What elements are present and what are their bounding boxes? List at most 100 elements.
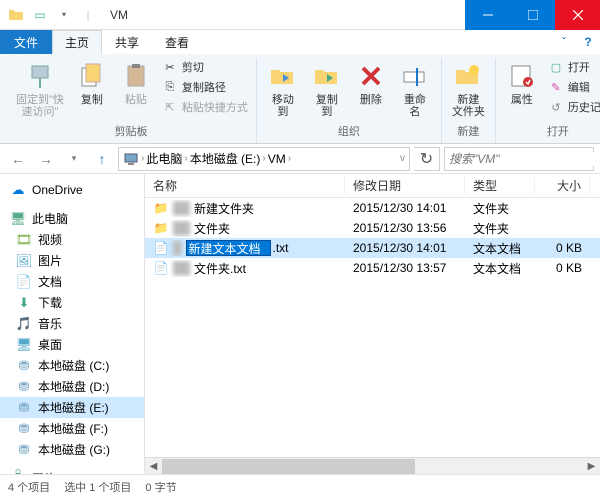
sidebar-item-pictures[interactable]: 🖼图片	[0, 250, 144, 271]
chevron-right-icon[interactable]: ›	[184, 153, 187, 164]
rename-icon	[399, 60, 431, 92]
up-button[interactable]: ↑	[90, 147, 114, 171]
ribbon: 固定到"快 速访问" 复制 粘贴 ✂剪切 ⎘复制路径 ⇱粘贴快捷方式 剪贴板 移…	[0, 54, 600, 144]
chevron-right-icon[interactable]: ›	[141, 153, 144, 164]
column-type[interactable]: 类型	[465, 177, 535, 194]
copy-path-button[interactable]: ⎘复制路径	[160, 78, 250, 96]
column-date[interactable]: 修改日期	[345, 177, 465, 194]
window-controls	[465, 0, 600, 30]
group-organize-label: 组织	[338, 121, 360, 143]
column-size[interactable]: 大小	[535, 177, 590, 194]
sidebar-item-music[interactable]: 🎵音乐	[0, 313, 144, 334]
properties-button[interactable]: 属性	[502, 58, 542, 108]
open-button[interactable]: ▢打开	[546, 58, 600, 76]
scroll-right-button[interactable]: ▶	[583, 458, 600, 475]
sidebar-item-desktop[interactable]: 🖥桌面	[0, 334, 144, 355]
copy-icon	[76, 60, 108, 92]
sidebar-item-drive-d[interactable]: ⛃本地磁盘 (D:)	[0, 376, 144, 397]
address-bar: ← → ▾ ↑ › 此电脑 › 本地磁盘 (E:) › VM › v ↻ 🔍	[0, 144, 600, 174]
forward-button[interactable]: →	[34, 147, 58, 171]
new-folder-button[interactable]: 新建 文件夹	[448, 58, 489, 120]
file-row[interactable]: 📄 █ .txt 2015/12/30 14:01 文本文档 0 KB	[145, 238, 600, 258]
breadcrumb-dropdown-icon[interactable]: v	[400, 153, 405, 164]
sidebar-item-downloads[interactable]: ⬇下载	[0, 292, 144, 313]
column-name[interactable]: 名称	[145, 177, 345, 194]
horizontal-scrollbar[interactable]: ◀ ▶	[145, 457, 600, 474]
close-button[interactable]	[555, 0, 600, 30]
chevron-right-icon[interactable]: ›	[262, 153, 265, 164]
sidebar-item-thispc[interactable]: 🖥此电脑	[0, 208, 144, 229]
sidebar-item-onedrive[interactable]: ☁OneDrive	[0, 180, 144, 200]
drive-icon: ⛃	[16, 379, 32, 395]
paste-button[interactable]: 粘贴	[116, 58, 156, 108]
sidebar-item-network[interactable]: 🖧网络	[0, 468, 144, 474]
ribbon-collapse-button[interactable]: ˇ	[552, 30, 576, 54]
scroll-left-button[interactable]: ◀	[145, 458, 162, 475]
minimize-button[interactable]	[465, 0, 510, 30]
refresh-button[interactable]: ↻	[414, 147, 440, 171]
tab-home[interactable]: 主页	[52, 30, 102, 54]
recent-dropdown[interactable]: ▾	[62, 147, 86, 171]
sidebar-item-drive-f[interactable]: ⛃本地磁盘 (F:)	[0, 418, 144, 439]
cloud-icon: ☁	[10, 182, 26, 198]
breadcrumb[interactable]: › 此电脑 › 本地磁盘 (E:) › VM › v	[118, 147, 410, 171]
sidebar-item-documents[interactable]: 📄文档	[0, 271, 144, 292]
rename-button[interactable]: 重命名	[395, 58, 435, 120]
sidebar-item-drive-e[interactable]: ⛃本地磁盘 (E:)	[0, 397, 144, 418]
move-to-icon	[267, 60, 299, 92]
chevron-right-icon[interactable]: ›	[288, 153, 291, 164]
drive-icon: ⛃	[16, 421, 32, 437]
pictures-icon: 🖼	[16, 253, 32, 269]
rename-input[interactable]	[186, 240, 271, 256]
sidebar-item-drive-c[interactable]: ⛃本地磁盘 (C:)	[0, 355, 144, 376]
scroll-track[interactable]	[162, 458, 583, 475]
qat-properties-icon[interactable]: ▭	[30, 5, 50, 25]
crumb-pc[interactable]: 此电脑	[146, 150, 182, 167]
sidebar-item-videos[interactable]: 🎞视频	[0, 229, 144, 250]
open-icon: ▢	[548, 59, 564, 75]
folder-icon: 📁	[153, 220, 169, 236]
pin-icon	[24, 60, 56, 92]
navigation-pane[interactable]: ☁OneDrive 🖥此电脑 🎞视频 🖼图片 📄文档 ⬇下载 🎵音乐 🖥桌面 ⛃…	[0, 174, 145, 474]
search-input[interactable]	[449, 152, 600, 166]
group-clipboard-label: 剪贴板	[114, 121, 147, 143]
file-row[interactable]: 📁██新建文件夹 2015/12/30 14:01 文件夹	[145, 198, 600, 218]
tab-share[interactable]: 共享	[102, 30, 152, 54]
sidebar-item-drive-g[interactable]: ⛃本地磁盘 (G:)	[0, 439, 144, 460]
quick-access-toolbar: ▭ ▾ |	[0, 5, 104, 25]
back-button[interactable]: ←	[6, 147, 30, 171]
crumb-drive[interactable]: 本地磁盘 (E:)	[190, 150, 261, 167]
ribbon-help-button[interactable]: ?	[576, 30, 600, 54]
cut-button[interactable]: ✂剪切	[160, 58, 250, 76]
status-bytes: 0 字节	[145, 479, 176, 495]
copy-to-icon	[311, 60, 343, 92]
app-icon[interactable]	[6, 5, 26, 25]
maximize-button[interactable]	[510, 0, 555, 30]
properties-icon	[506, 60, 538, 92]
new-folder-icon	[452, 60, 484, 92]
qat-dropdown-icon[interactable]: ▾	[54, 5, 74, 25]
file-row[interactable]: 📁██文件夹 2015/12/30 13:56 文件夹	[145, 218, 600, 238]
move-to-button[interactable]: 移动到	[263, 58, 303, 120]
download-icon: ⬇	[16, 295, 32, 311]
title-bar: ▭ ▾ | VM	[0, 0, 600, 30]
tab-file[interactable]: 文件	[0, 30, 52, 54]
tab-view[interactable]: 查看	[152, 30, 202, 54]
scroll-thumb[interactable]	[162, 459, 415, 474]
paste-shortcut-button[interactable]: ⇱粘贴快捷方式	[160, 98, 250, 116]
history-button[interactable]: ↺历史记录	[546, 98, 600, 116]
qat-separator: |	[78, 5, 98, 25]
file-list[interactable]: 📁██新建文件夹 2015/12/30 14:01 文件夹 📁██文件夹 201…	[145, 198, 600, 457]
pin-to-quick-access-button[interactable]: 固定到"快 速访问"	[12, 58, 68, 120]
group-new-label: 新建	[457, 121, 479, 143]
copy-button[interactable]: 复制	[72, 58, 112, 108]
documents-icon: 📄	[16, 274, 32, 290]
search-box[interactable]: 🔍	[444, 147, 594, 171]
status-bar: 4 个项目 选中 1 个项目 0 字节	[0, 474, 600, 498]
folder-icon: 📁	[153, 200, 169, 216]
copy-to-button[interactable]: 复制到	[307, 58, 347, 120]
delete-button[interactable]: 删除	[351, 58, 391, 108]
crumb-folder[interactable]: VM	[268, 152, 286, 166]
edit-button[interactable]: ✎编辑	[546, 78, 600, 96]
file-row[interactable]: 📄██文件夹.txt 2015/12/30 13:57 文本文档 0 KB	[145, 258, 600, 278]
